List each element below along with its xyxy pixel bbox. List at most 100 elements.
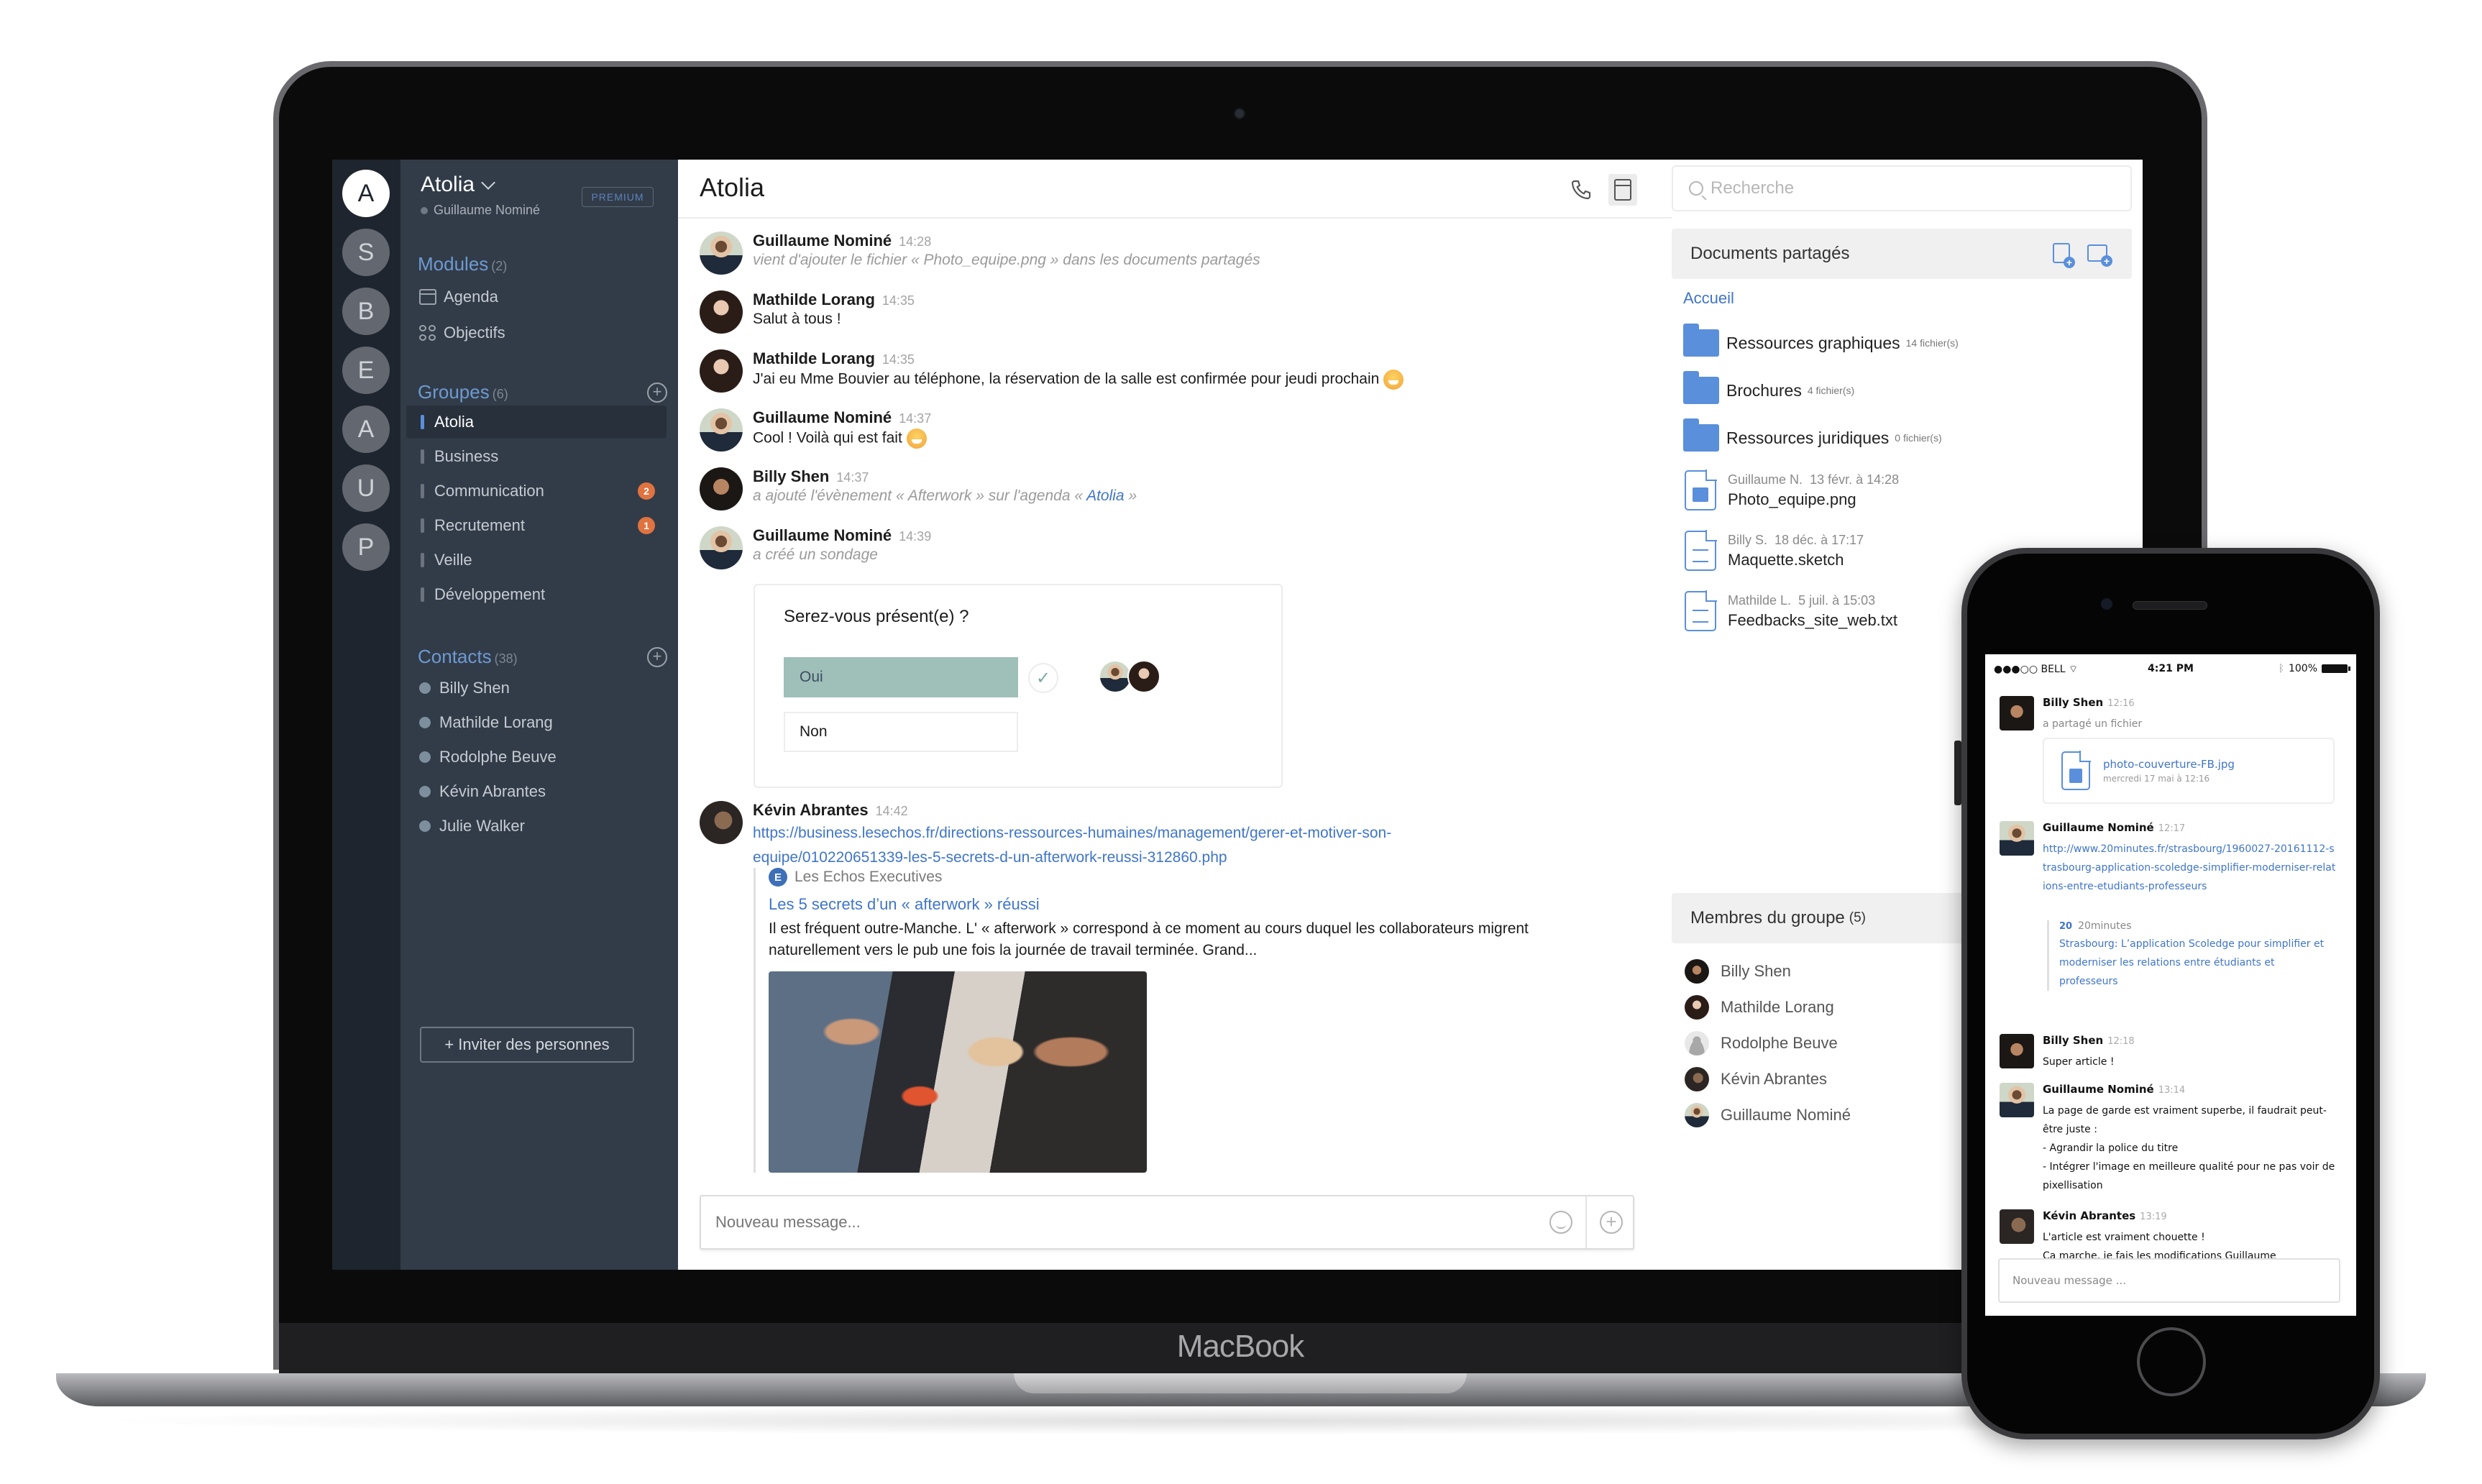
member-item[interactable]: Guillaume Nominé xyxy=(1685,1103,1851,1127)
poll-option-oui[interactable]: Oui xyxy=(784,657,1018,697)
workspace-avatar[interactable]: U xyxy=(342,464,390,512)
user-avatar[interactable] xyxy=(700,467,743,510)
workspace-avatar[interactable]: A xyxy=(342,406,390,453)
text-file-icon xyxy=(1685,590,1717,631)
member-item[interactable]: Billy Shen xyxy=(1685,959,1791,984)
module-agenda[interactable]: Agenda xyxy=(419,288,498,306)
workspace-switcher[interactable]: Atolia xyxy=(421,173,495,197)
folder-item[interactable]: Ressources juridiques 0 fichier(s) xyxy=(1683,418,1942,452)
user-avatar[interactable] xyxy=(700,408,743,452)
workspace-avatar[interactable]: B xyxy=(342,288,390,335)
user-avatar[interactable] xyxy=(2000,1083,2034,1117)
chevron-down-icon xyxy=(481,175,495,190)
file-item[interactable]: Billy S. 18 déc. à 17:17 Maquette.sketch xyxy=(1685,530,1864,571)
contact-item[interactable]: Kévin Abrantes xyxy=(419,782,546,801)
groups-heading[interactable]: Groupes (6) xyxy=(418,381,508,403)
phone-home-button[interactable] xyxy=(2137,1327,2206,1396)
search-placeholder: Recherche xyxy=(1711,178,1795,198)
member-item[interactable]: Rodolphe Beuve xyxy=(1685,1031,1838,1055)
message-author[interactable]: Guillaume Nominé xyxy=(2043,821,2154,834)
group-item-atolia[interactable]: Atolia xyxy=(406,406,667,439)
message-url-link[interactable]: https://business.lesechos.fr/directions-… xyxy=(753,821,1391,870)
file-date: 5 juil. à 15:03 xyxy=(1798,592,1876,608)
module-objectifs[interactable]: Objectifs xyxy=(419,324,505,342)
workspace-avatar[interactable]: P xyxy=(342,523,390,571)
presence-dot xyxy=(419,682,431,694)
message-url-link[interactable]: http://www.20minutes.fr/strasbourg/19600… xyxy=(2043,840,2337,896)
user-avatar[interactable] xyxy=(2000,696,2034,730)
member-item[interactable]: Kévin Abrantes xyxy=(1685,1067,1827,1091)
poll-option-non[interactable]: Non xyxy=(784,712,1018,752)
group-item-veille[interactable]: Veille xyxy=(406,544,667,577)
text-file-icon xyxy=(1685,530,1717,571)
preview-image[interactable] xyxy=(769,971,1147,1173)
message-author[interactable]: Guillaume Nominé xyxy=(753,232,892,249)
member-item[interactable]: Mathilde Lorang xyxy=(1685,995,1834,1020)
message-author[interactable]: Kévin Abrantes xyxy=(2043,1209,2135,1222)
user-avatar[interactable] xyxy=(700,290,743,334)
group-color-bar xyxy=(421,415,424,429)
message-input[interactable] xyxy=(701,1196,1578,1248)
message-author[interactable]: Billy Shen xyxy=(753,467,829,485)
user-avatar[interactable] xyxy=(700,526,743,569)
breadcrumb-home[interactable]: Accueil xyxy=(1683,289,1734,308)
message-author[interactable]: Kévin Abrantes xyxy=(753,801,869,819)
folder-item[interactable]: Ressources graphiques 14 fichier(s) xyxy=(1683,324,1959,357)
message-time: 14:37 xyxy=(836,470,869,485)
add-group-button[interactable]: + xyxy=(647,383,667,403)
group-item-business[interactable]: Business xyxy=(406,440,667,473)
modules-heading[interactable]: Modules (2) xyxy=(418,253,507,275)
battery-percent: 100% xyxy=(2288,663,2317,674)
group-item-recrutement[interactable]: Recrutement 1 xyxy=(406,509,667,542)
contact-item[interactable]: Julie Walker xyxy=(419,817,525,835)
user-avatar[interactable] xyxy=(2000,1034,2034,1068)
message-author[interactable]: Guillaume Nominé xyxy=(2043,1083,2154,1096)
group-item-communication[interactable]: Communication 2 xyxy=(406,475,667,508)
contact-item[interactable]: Billy Shen xyxy=(419,679,510,697)
message-text: Salut à tous ! xyxy=(753,311,841,327)
phone-call-icon[interactable] xyxy=(1570,178,1593,201)
contact-item[interactable]: Mathilde Lorang xyxy=(419,713,553,732)
user-avatar[interactable] xyxy=(700,232,743,275)
add-contact-button[interactable]: + xyxy=(647,647,667,667)
agenda-link[interactable]: Atolia xyxy=(1086,487,1125,504)
message-author[interactable]: Billy Shen xyxy=(2043,696,2103,709)
emoji-icon[interactable] xyxy=(1549,1211,1572,1234)
workspace-avatar[interactable]: E xyxy=(342,347,390,394)
workspace-avatar[interactable]: S xyxy=(342,229,390,276)
file-item[interactable]: Guillaume N. 13 févr. à 14:28 Photo_equip… xyxy=(1685,470,1899,510)
file-date: mercredi 17 mai à 12:16 xyxy=(2103,774,2210,784)
search-field[interactable]: Recherche xyxy=(1672,165,2132,211)
current-user: Guillaume Nominé xyxy=(421,203,540,218)
file-item[interactable]: Mathilde L. 5 juil. à 15:03 Feedbacks_sit… xyxy=(1685,590,1897,631)
user-avatar[interactable] xyxy=(2000,821,2034,856)
message-author[interactable]: Mathilde Lorang xyxy=(753,349,875,367)
message-author[interactable]: Guillaume Nominé xyxy=(753,526,892,544)
shared-file-card[interactable]: photo-couverture-FB.jpg mercredi 17 mai à… xyxy=(2043,738,2335,804)
message-author[interactable]: Mathilde Lorang xyxy=(753,290,875,308)
chat-main: Atolia Guillaume Nominé 14:28 vient d'ajo… xyxy=(678,160,1998,1270)
phone-status-bar: ●●●○○ BELL ⌔ 4:21 PM ᛒ 100% xyxy=(1985,654,2356,683)
invite-people-button[interactable]: + Inviter des personnes xyxy=(420,1027,634,1063)
user-avatar[interactable] xyxy=(700,801,743,844)
add-folder-icon[interactable] xyxy=(2087,244,2112,267)
member-avatar xyxy=(1685,959,1709,984)
user-avatar[interactable] xyxy=(2000,1209,2034,1244)
user-avatar[interactable] xyxy=(700,349,743,393)
message-author[interactable]: Guillaume Nominé xyxy=(753,408,892,426)
phone-message-input[interactable]: Nouveau message ... xyxy=(1998,1258,2340,1303)
add-file-icon[interactable] xyxy=(2053,243,2075,268)
les-echos-logo-icon: E xyxy=(769,868,787,887)
toggle-panel-button[interactable] xyxy=(1608,174,1637,206)
attach-plus-icon[interactable]: + xyxy=(1600,1211,1623,1234)
preview-title-link[interactable]: Les 5 secrets d’un « afterwork » réussi xyxy=(769,895,1616,914)
member-name: Kévin Abrantes xyxy=(1721,1070,1827,1088)
poll-card: Serez-vous présent(e) ? Oui ✓ Non xyxy=(754,584,1283,788)
folder-item[interactable]: Brochures 4 fichier(s) xyxy=(1683,371,1854,404)
group-item-developpement[interactable]: Développement xyxy=(406,578,667,611)
contact-item[interactable]: Rodolphe Beuve xyxy=(419,748,557,766)
message-author[interactable]: Billy Shen xyxy=(2043,1034,2103,1047)
preview-title-link[interactable]: Strasbourg: L’application Scoledge pour … xyxy=(2059,935,2335,991)
workspace-avatar[interactable]: A xyxy=(342,170,390,217)
contacts-heading[interactable]: Contacts (38) xyxy=(418,646,518,668)
